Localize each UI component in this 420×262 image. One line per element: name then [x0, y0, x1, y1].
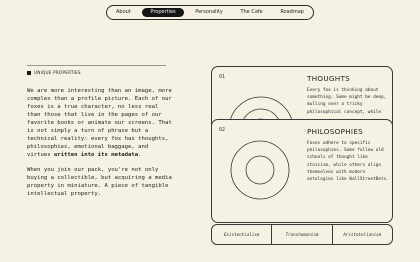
section-label-text: UNIQUE PROPERTIES: [34, 70, 81, 75]
card-number: 01: [219, 74, 226, 80]
card-number: 02: [219, 127, 226, 133]
section-label: UNIQUE PROPERTIES: [27, 70, 81, 75]
nav-roadmap[interactable]: Roadmap: [274, 8, 310, 17]
tag-transhumanism[interactable]: Transhumanism: [271, 225, 331, 244]
card-philosophies: 02 PHILOSOPHIES Foxes adhere to specific…: [211, 119, 393, 223]
paragraph-1-text: We are more interesting than an image, m…: [27, 88, 172, 158]
paragraph-1: We are more interesting than an image, m…: [27, 87, 172, 159]
philosophy-tags: Existentialism Transhumanism Aristotelia…: [211, 224, 393, 245]
paragraph-1-bold: written into its metadata: [53, 152, 139, 158]
nav-personality[interactable]: Personality: [189, 8, 229, 17]
card-title: THOUGHTS: [307, 74, 351, 83]
nav-the-cafe[interactable]: The Cafe: [234, 8, 268, 17]
paragraph-1-end: .: [138, 152, 142, 158]
ring-illustration-icon: [230, 140, 290, 200]
nav-properties[interactable]: Properties: [142, 8, 184, 17]
card-description: Every fox is thinking about something. S…: [307, 88, 387, 115]
card-description: Foxes adhere to specific philosophies. S…: [307, 141, 389, 183]
top-nav: About Properties Personality The Cafe Ro…: [106, 5, 314, 20]
card-title: PHILOSOPHIES: [307, 127, 364, 136]
square-bullet-icon: [27, 70, 31, 75]
paragraph-2: When you join our pack, you're not only …: [27, 167, 172, 197]
section-divider: [27, 65, 166, 66]
section-body: We are more interesting than an image, m…: [27, 87, 172, 198]
tag-aristotelianism[interactable]: Aristotelianism: [331, 225, 392, 244]
nav-about[interactable]: About: [110, 8, 137, 17]
tag-existentialism[interactable]: Existentialism: [212, 225, 271, 244]
